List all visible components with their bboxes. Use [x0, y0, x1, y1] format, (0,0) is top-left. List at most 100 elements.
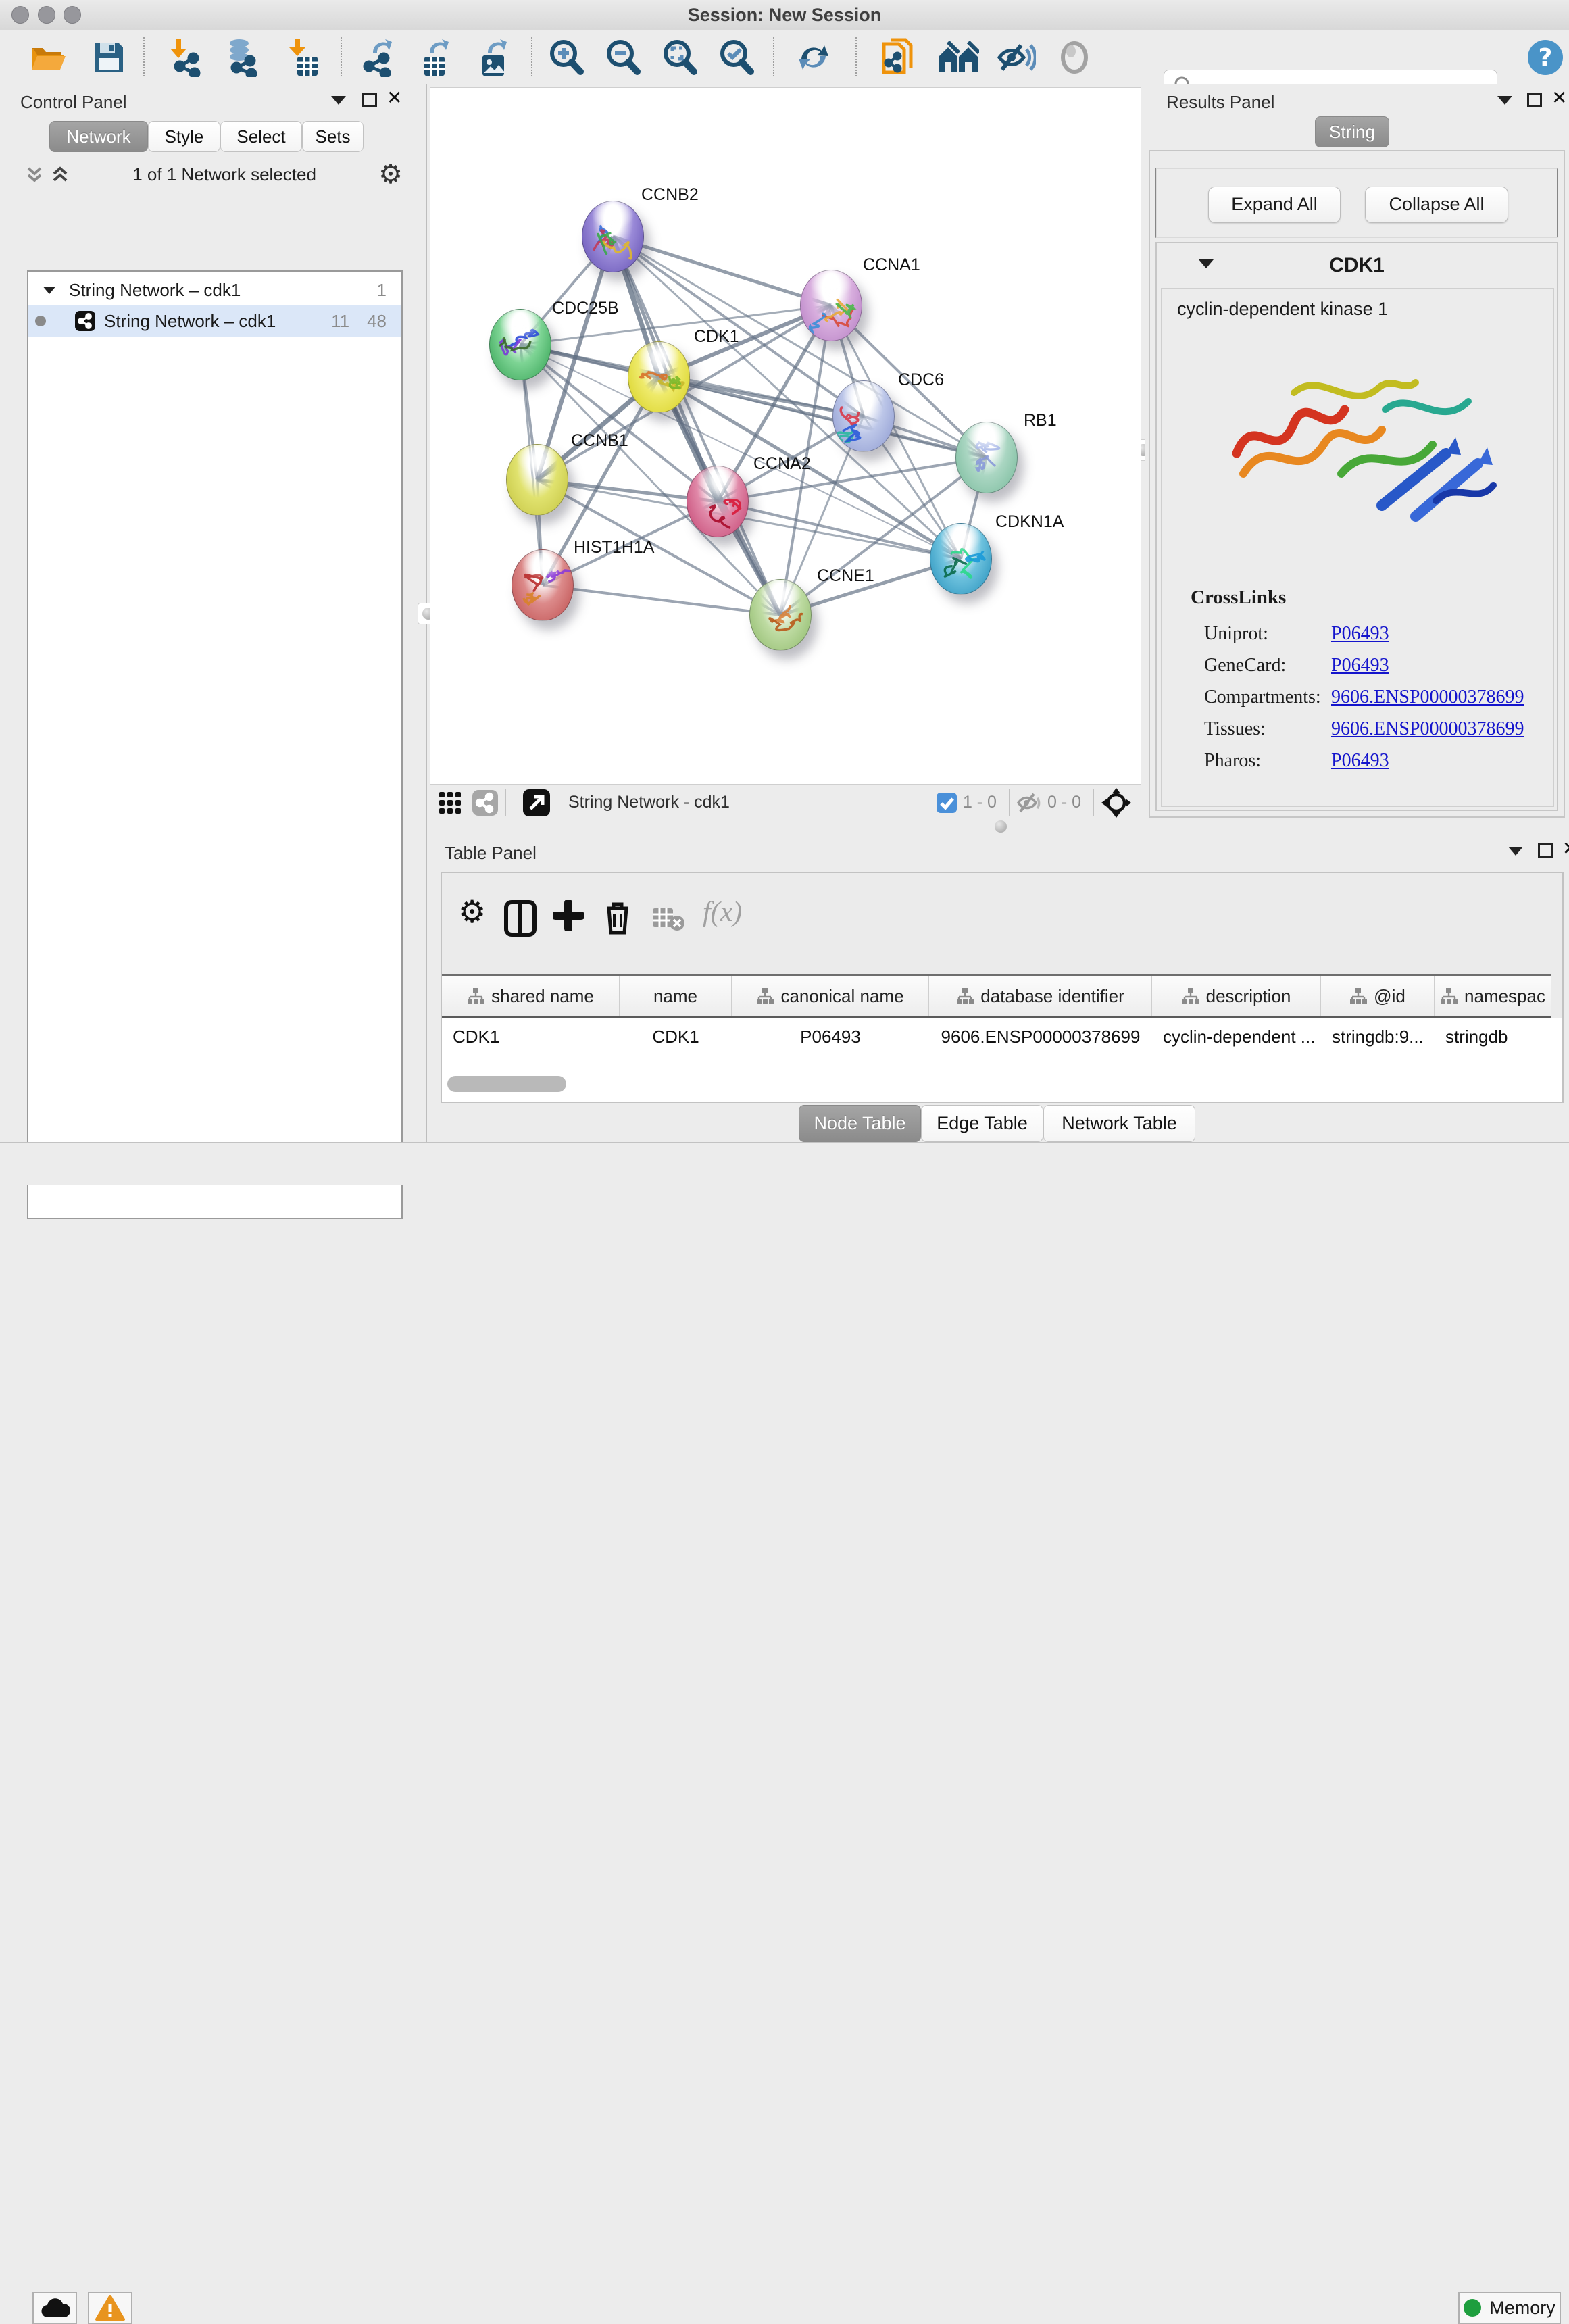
node-CDKN1A[interactable]: [930, 523, 992, 595]
cell-canonical-name: P06493: [732, 1018, 929, 1056]
table-horizontal-scrollbar[interactable]: [447, 1076, 566, 1092]
export-network-button[interactable]: [357, 30, 400, 84]
table-row[interactable]: CDK1CDK1P064939606.ENSP00000378699cyclin…: [442, 1018, 1551, 1056]
crosslink-value[interactable]: 9606.ENSP00000378699: [1331, 718, 1524, 740]
memory-button[interactable]: Memory: [1458, 2292, 1561, 2324]
node-CDC6[interactable]: [832, 380, 895, 452]
network-options-gear-icon[interactable]: ⚙: [378, 164, 403, 184]
network-canvas[interactable]: CCNB2CCNA1CDC25BCDK1CDC6RB1CCNB1CCNA2CDK…: [430, 87, 1141, 785]
crosslink-label: Pharos:: [1204, 750, 1331, 772]
tab-edge-table[interactable]: Edge Table: [921, 1105, 1043, 1142]
zoom-out-button[interactable]: [601, 30, 645, 84]
node-CCNA1[interactable]: [800, 270, 862, 341]
first-neighbors-button[interactable]: [877, 30, 920, 84]
network-status-bar: String Network - cdk1 1 - 0 0 - 0: [430, 785, 1141, 820]
tab-network-table[interactable]: Network Table: [1043, 1105, 1195, 1142]
column-header-description[interactable]: description: [1152, 976, 1321, 1016]
table-options-gear-icon[interactable]: ⚙: [458, 893, 486, 930]
zoom-selected-button[interactable]: [715, 30, 758, 84]
results-panel-close-icon[interactable]: ✕: [1551, 91, 1567, 105]
warnings-button[interactable]: [88, 2292, 132, 2324]
import-database-button[interactable]: [219, 30, 262, 84]
bottom-splitter-handle[interactable]: [991, 819, 1011, 834]
home-button[interactable]: [937, 30, 980, 84]
expand-all-icon[interactable]: [50, 164, 70, 184]
create-column-icon[interactable]: [553, 900, 584, 931]
edge-CCNB2-CCNA1[interactable]: [613, 237, 831, 305]
node-CCNB1[interactable]: [506, 444, 568, 516]
hidden-elements-icon: [1016, 791, 1042, 814]
import-network-button[interactable]: [162, 30, 205, 84]
network-collection-row[interactable]: String Network – cdk1 1: [28, 274, 401, 305]
export-table-button[interactable]: [414, 30, 457, 84]
cell-database-identifier: 9606.ENSP00000378699: [929, 1018, 1152, 1056]
collapse-all-button[interactable]: Collapse All: [1365, 187, 1508, 223]
control-panel-menu-icon[interactable]: [331, 96, 346, 105]
column-header-canonical-name[interactable]: canonical name: [732, 976, 929, 1016]
node-HIST1H1A[interactable]: [512, 549, 574, 621]
tab-network[interactable]: Network: [49, 121, 148, 152]
column-header--id[interactable]: @id: [1321, 976, 1435, 1016]
crosslink-value[interactable]: 9606.ENSP00000378699: [1331, 687, 1524, 708]
network-list-toolbar: 1 of 1 Network selected ⚙: [24, 159, 403, 189]
delete-column-icon[interactable]: [603, 900, 632, 935]
node-CDC25B[interactable]: [489, 309, 551, 380]
control-panel-close-icon[interactable]: ✕: [387, 91, 402, 105]
table-panel-close-icon[interactable]: ✕: [1562, 841, 1569, 856]
tab-sets[interactable]: Sets: [302, 121, 364, 152]
houses-icon: [937, 41, 979, 74]
protein-structure-image: [1213, 328, 1517, 551]
table-panel-float-icon[interactable]: [1538, 843, 1553, 858]
node-CCNA2[interactable]: [687, 466, 749, 537]
tab-select[interactable]: Select: [220, 121, 302, 152]
edge-CCNB2-CCNE1[interactable]: [613, 237, 780, 615]
update-network-button[interactable]: [792, 30, 835, 84]
selected-nodes-count: 1 - 0: [963, 793, 997, 812]
protein-section-header[interactable]: CDK1: [1157, 243, 1557, 287]
table-panel-menu-icon[interactable]: [1508, 847, 1523, 856]
collapse-all-icon[interactable]: [24, 164, 45, 184]
crosslink-value[interactable]: P06493: [1331, 750, 1389, 772]
results-panel-float-icon[interactable]: [1527, 93, 1542, 107]
cloud-button[interactable]: [32, 2292, 77, 2324]
network-share-view-icon[interactable]: [472, 789, 499, 816]
shared-column-icon: [467, 987, 484, 1005]
toolbar-separator: [531, 37, 532, 76]
column-header-shared-name[interactable]: shared name: [442, 976, 620, 1016]
save-session-button[interactable]: [88, 30, 130, 84]
zoom-fit-button[interactable]: [658, 30, 701, 84]
results-panel-menu-icon[interactable]: [1497, 96, 1512, 105]
zoom-in-button[interactable]: [545, 30, 588, 84]
network-row[interactable]: String Network – cdk1 11 48: [28, 305, 401, 337]
node-CCNB2[interactable]: [582, 201, 644, 272]
node-RB1[interactable]: [955, 422, 1018, 493]
selected-nodes-checkbox-icon[interactable]: [936, 792, 957, 814]
help-button[interactable]: ?: [1524, 30, 1566, 84]
export-image-button[interactable]: [472, 30, 515, 84]
edge-HIST1H1A-CCNE1[interactable]: [543, 585, 780, 615]
collection-expand-icon[interactable]: [43, 286, 56, 293]
grid-view-icon[interactable]: [438, 791, 462, 815]
expand-all-button[interactable]: Expand All: [1208, 187, 1341, 223]
column-header-namespac[interactable]: namespac: [1435, 976, 1551, 1016]
node-CDK1[interactable]: [628, 341, 690, 413]
show-columns-icon[interactable]: [504, 900, 537, 937]
node-CCNE1[interactable]: [749, 579, 812, 651]
control-panel-float-icon[interactable]: [362, 93, 377, 107]
open-in-window-icon[interactable]: [522, 789, 551, 817]
show-all-button[interactable]: [1053, 30, 1096, 84]
hide-selected-button[interactable]: [995, 30, 1038, 84]
edge-CCNA2-CDKN1A[interactable]: [718, 501, 961, 559]
column-header-database-identifier[interactable]: database identifier: [929, 976, 1152, 1016]
eye-disabled-icon: [1057, 41, 1091, 74]
tab-string[interactable]: String: [1315, 116, 1389, 147]
crosslink-value[interactable]: P06493: [1331, 655, 1389, 676]
tab-node-table[interactable]: Node Table: [799, 1105, 921, 1142]
open-session-button[interactable]: [27, 30, 69, 84]
tab-style[interactable]: Style: [148, 121, 220, 152]
crosslink-value[interactable]: P06493: [1331, 623, 1389, 645]
birds-eye-view-icon[interactable]: [1101, 787, 1132, 818]
import-table-button[interactable]: [281, 30, 324, 84]
crosslink-label: Uniprot:: [1204, 623, 1331, 645]
column-header-name[interactable]: name: [620, 976, 732, 1016]
